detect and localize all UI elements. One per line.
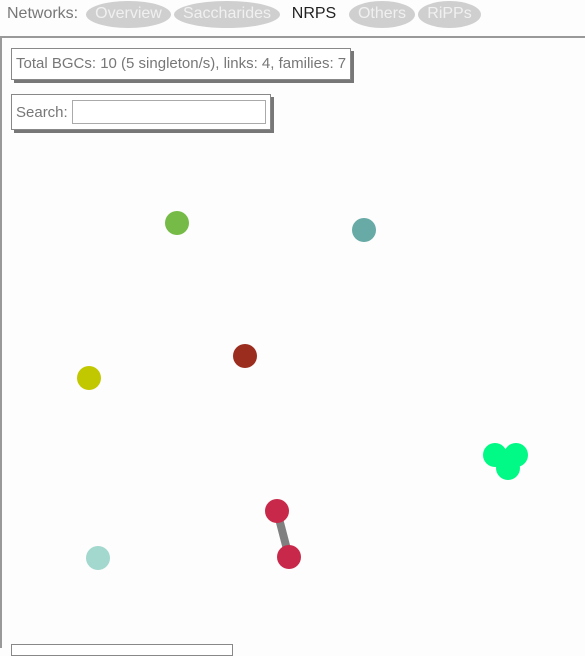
bgc-node[interactable] <box>233 344 257 368</box>
network-summary: Total BGCs: 10 (5 singleton/s), links: 4… <box>11 48 352 80</box>
bgc-node[interactable] <box>165 211 189 235</box>
bgc-node[interactable] <box>352 218 376 242</box>
bgc-node[interactable] <box>265 499 289 523</box>
search-label: Search: <box>16 103 68 121</box>
bottom-panel <box>11 644 233 656</box>
search-box: Search: <box>11 94 271 130</box>
search-input[interactable] <box>71 100 266 124</box>
bgc-node[interactable] <box>277 545 301 569</box>
bgc-node[interactable] <box>77 366 101 390</box>
bgc-node[interactable] <box>496 456 520 480</box>
bgc-node[interactable] <box>86 546 110 570</box>
